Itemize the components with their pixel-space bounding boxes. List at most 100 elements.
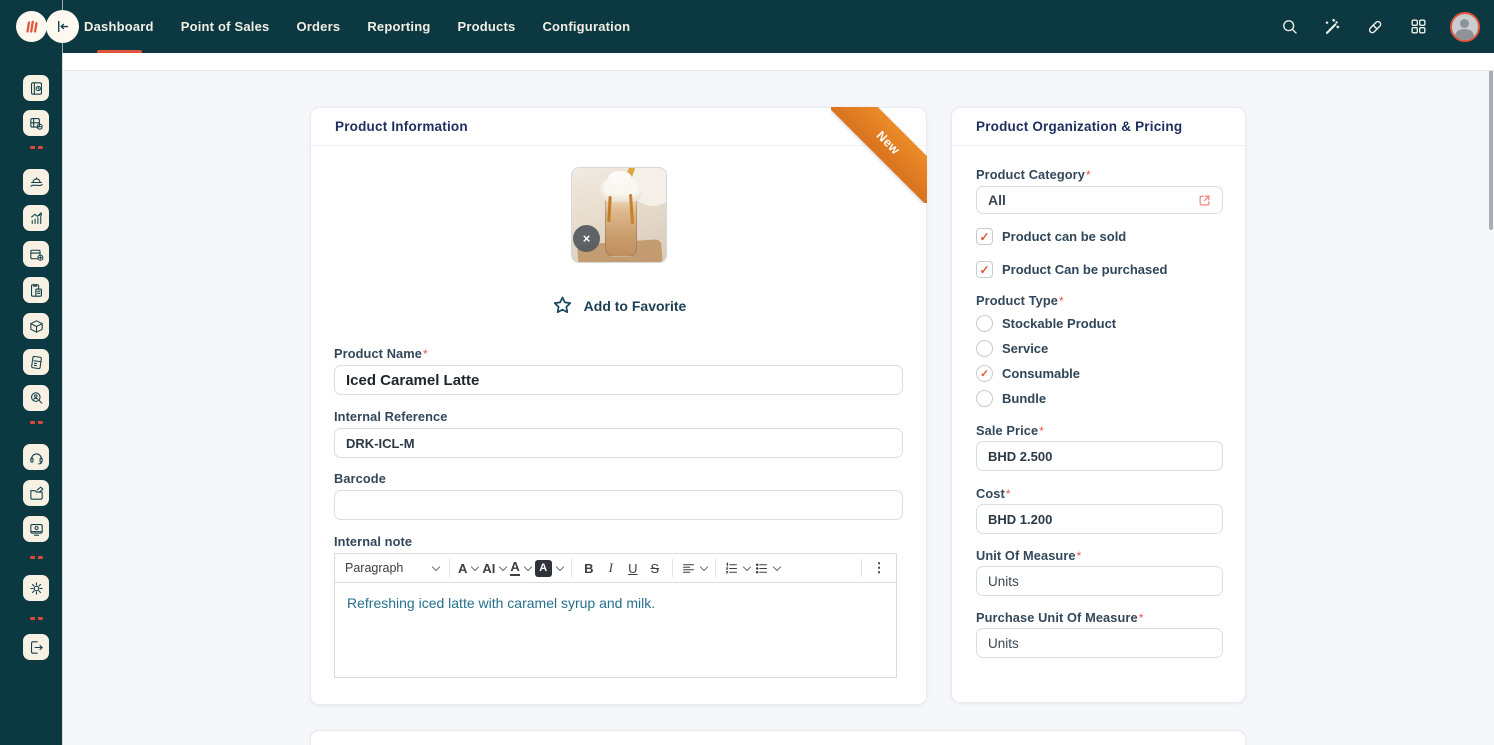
numbered-list-icon xyxy=(724,561,739,576)
check-icon: ✓ xyxy=(980,368,989,380)
headset-icon[interactable] xyxy=(23,444,49,470)
product-can-be-purchased-checkbox[interactable]: ✓ Product Can be purchased xyxy=(976,261,1167,278)
vertical-scrollbar[interactable] xyxy=(1489,62,1493,230)
clipboard-calculator-icon[interactable] xyxy=(23,277,49,303)
unit-of-measure-input[interactable] xyxy=(976,566,1223,596)
required-asterisk: * xyxy=(1077,549,1082,563)
more-options-button[interactable]: ⋮ xyxy=(868,556,890,580)
chevron-down-icon xyxy=(432,562,440,570)
chevron-down-icon xyxy=(743,562,751,570)
highlight-color-dropdown[interactable]: A xyxy=(533,556,565,580)
nav-item-dashboard[interactable]: Dashboard xyxy=(84,19,154,34)
external-link-icon[interactable] xyxy=(1197,193,1212,208)
add-to-favorite-label: Add to Favorite xyxy=(584,298,687,314)
toolbar-separator xyxy=(672,559,673,577)
radio-service[interactable]: Service xyxy=(976,340,1048,357)
nav-item-reporting[interactable]: Reporting xyxy=(367,19,430,34)
required-asterisk: * xyxy=(1086,168,1091,182)
bold-button[interactable]: B xyxy=(578,556,600,580)
cost-label: Cost* xyxy=(976,485,1011,503)
purchase-unit-of-measure-input[interactable] xyxy=(976,628,1223,658)
radio-unselected xyxy=(976,340,993,357)
product-category-label: Product Category* xyxy=(976,166,1091,184)
bullet-list-dropdown[interactable] xyxy=(752,556,782,580)
kanban-calculator-icon[interactable] xyxy=(23,110,49,136)
search-user-icon[interactable] xyxy=(23,385,49,411)
register-book-icon[interactable] xyxy=(23,75,49,101)
radio-stockable-product[interactable]: Stockable Product xyxy=(976,315,1116,332)
chevron-down-icon xyxy=(773,562,781,570)
required-asterisk: * xyxy=(1139,611,1144,625)
new-ribbon-band: New xyxy=(831,107,927,203)
pos-terminal-icon[interactable] xyxy=(23,349,49,375)
text-align-dropdown[interactable] xyxy=(679,556,709,580)
next-section-card xyxy=(310,730,1246,745)
check-icon: ✓ xyxy=(979,230,989,244)
product-category-input[interactable] xyxy=(976,186,1223,214)
nav-item-point-of-sales[interactable]: Point of Sales xyxy=(181,19,270,34)
sidebar-separator xyxy=(30,146,43,149)
toolbar-separator xyxy=(571,559,572,577)
new-ribbon: New xyxy=(831,107,927,203)
nav-item-orders[interactable]: Orders xyxy=(296,19,340,34)
underline-button[interactable]: U xyxy=(622,556,644,580)
add-to-favorite-button[interactable]: Add to Favorite xyxy=(311,294,926,317)
radio-consumable[interactable]: ✓ Consumable xyxy=(976,365,1080,382)
product-can-be-sold-checkbox[interactable]: ✓ Product can be sold xyxy=(976,228,1126,245)
close-icon: × xyxy=(583,231,591,246)
apps-grid-icon[interactable] xyxy=(1407,16,1429,38)
organization-header: Product Organization & Pricing xyxy=(952,108,1245,146)
product-name-input[interactable] xyxy=(334,365,903,395)
internal-reference-input[interactable] xyxy=(334,428,903,458)
product-organization-pricing-card: Product Organization & Pricing Product C… xyxy=(951,107,1246,703)
radio-bundle[interactable]: Bundle xyxy=(976,390,1046,407)
sidebar-separator xyxy=(30,421,43,424)
numbered-list-dropdown[interactable] xyxy=(722,556,752,580)
bullet-list-icon xyxy=(754,561,769,576)
logout-icon[interactable] xyxy=(23,634,49,660)
align-icon xyxy=(681,561,696,576)
search-icon[interactable] xyxy=(1278,16,1300,38)
magic-wand-icon[interactable] xyxy=(1321,16,1343,38)
unit-of-measure-label: Unit Of Measure* xyxy=(976,547,1081,565)
box-add-icon[interactable] xyxy=(23,241,49,267)
richtext-toolbar: Paragraph A AI A A B I U xyxy=(334,553,897,583)
left-sidebar xyxy=(0,53,62,745)
package-icon[interactable] xyxy=(23,313,49,339)
remove-image-button[interactable]: × xyxy=(573,225,600,252)
sidebar-collapse-button[interactable] xyxy=(46,10,79,43)
main-menu: Dashboard Point of Sales Orders Reportin… xyxy=(84,0,630,53)
chevron-down-icon xyxy=(471,562,479,570)
new-ribbon-label: New xyxy=(874,128,903,157)
product-category-field xyxy=(976,186,1223,214)
richtext-editor-area[interactable]: Refreshing iced latte with caramel syrup… xyxy=(334,583,897,678)
font-color-dropdown[interactable]: A xyxy=(508,556,532,580)
user-avatar[interactable] xyxy=(1450,12,1480,42)
avatar-body xyxy=(1455,29,1474,42)
product-information-card: Product Information New × Add to F xyxy=(310,107,927,705)
folder-document-icon[interactable] xyxy=(23,480,49,506)
sidebar-separator xyxy=(30,556,43,559)
nav-item-products[interactable]: Products xyxy=(458,19,516,34)
sales-chart-icon[interactable] xyxy=(23,205,49,231)
pill-icon[interactable] xyxy=(1364,16,1386,38)
internal-note-label: Internal note xyxy=(334,533,412,551)
barcode-input[interactable] xyxy=(334,490,903,520)
chevron-down-icon xyxy=(524,562,532,570)
brand-logo[interactable] xyxy=(16,11,47,42)
cost-input[interactable] xyxy=(976,504,1223,534)
avatar-head xyxy=(1460,19,1469,28)
italic-button[interactable]: I xyxy=(600,556,622,580)
strikethrough-button[interactable]: S xyxy=(644,556,666,580)
payment-screen-icon[interactable] xyxy=(23,516,49,542)
hand-serving-icon[interactable] xyxy=(23,169,49,195)
navbar-actions xyxy=(1278,0,1480,53)
paragraph-style-dropdown[interactable]: Paragraph xyxy=(341,561,443,575)
sale-price-input[interactable] xyxy=(976,441,1223,471)
screen: Dashboard Point of Sales Orders Reportin… xyxy=(0,0,1494,745)
font-family-dropdown[interactable]: A xyxy=(456,556,480,580)
barcode-label: Barcode xyxy=(334,470,386,488)
nav-item-configuration[interactable]: Configuration xyxy=(542,19,630,34)
font-size-dropdown[interactable]: AI xyxy=(480,556,508,580)
settings-gear-icon[interactable] xyxy=(23,575,49,601)
